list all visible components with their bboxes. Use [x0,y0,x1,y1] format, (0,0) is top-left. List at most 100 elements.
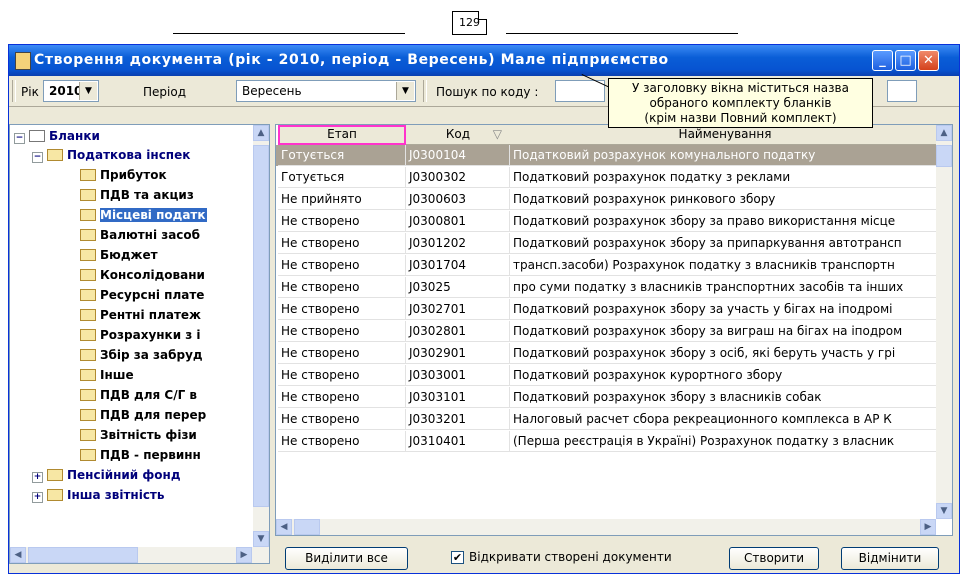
tree-item[interactable]: ПДВ для перер [80,405,206,425]
forms-tree[interactable]: − Бланки − Податкова інспек Прибуток ПДВ т… [9,124,270,564]
tree-item-label: Звітність фізи [100,428,197,442]
folder-icon [80,329,96,341]
grid-horizontal-scrollbar[interactable]: ◀ ▶ [276,519,936,535]
expand-icon[interactable]: + [32,472,43,483]
folder-icon [47,469,63,481]
grid-vertical-scrollbar[interactable]: ▲ ▼ [936,125,952,519]
table-row[interactable]: Не створено J0303001 Податковий розрахунок… [276,365,940,386]
tree-item[interactable]: Рентні платеж [80,305,201,325]
tree-item-label: ПДВ - первинн [100,448,201,462]
cell-code: J0300104 [406,145,510,166]
table-row[interactable]: Не створено J0303101 Податковий розрахунок… [276,387,940,408]
tree-root-label: Бланки [49,129,100,143]
tree-item[interactable]: Інше [80,365,134,385]
scroll-up-icon[interactable]: ▲ [936,125,952,141]
tree-item[interactable]: Консолідовани [80,265,205,285]
cell-stage: Готується [278,167,406,188]
tree-item[interactable]: Прибуток [80,165,167,185]
cell-stage: Не прийнято [278,189,406,210]
cell-code: J0300801 [406,211,510,232]
table-row[interactable]: Не створено J0302801 Податковий розрахунок… [276,321,940,342]
column-header-stage[interactable]: Етап [278,125,406,145]
cell-code: J0303201 [406,409,510,430]
tree-item-label: Збір за забруд [100,348,203,362]
period-select[interactable]: Вересень ▼ [236,80,416,102]
scroll-down-icon[interactable]: ▼ [936,503,952,519]
tree-item[interactable]: ПДВ для С/Г в [80,385,197,405]
tree-item-label: Прибуток [100,168,167,182]
tree-item-pension-fund[interactable]: + Пенсійний фонд [32,465,181,485]
tree-item-selected[interactable]: Місцеві податк [80,205,207,225]
cell-code: J0303001 [406,365,510,386]
table-row[interactable]: Не створено J0302701 Податковий розрахунок… [276,299,940,320]
maximize-button[interactable]: □ [895,50,916,71]
create-button[interactable]: Створити [729,547,819,570]
tree-horizontal-scrollbar[interactable]: ◀ ▶ [10,547,269,563]
table-row[interactable]: Не створено J0301704 трансп.засоби) Розрах… [276,255,940,276]
tree-root[interactable]: − Бланки [14,126,100,146]
period-label: Період [143,85,186,99]
select-all-button[interactable]: Виділити все [285,547,408,570]
folder-icon [80,349,96,361]
tree-item-label: Пенсійний фонд [67,468,181,482]
table-row[interactable]: Не створено J0300801 Податковий розрахунок… [276,211,940,232]
title-bar[interactable]: Створення документа (рік - 2010, період … [9,45,959,76]
open-created-checkbox[interactable]: ✔ [451,551,464,564]
table-row[interactable]: Готується J0300302 Податковий розрахунок п… [276,167,940,188]
scroll-thumb[interactable] [253,145,269,507]
tree-item[interactable]: ПДВ та акциз [80,185,194,205]
cancel-button[interactable]: Відмінити [841,547,939,570]
table-row[interactable]: Не прийнято J0300603 Податковий розрахунок… [276,189,940,210]
table-row[interactable]: Не створено J0301202 Податковий розрахунок… [276,233,940,254]
table-row[interactable]: Не створено J0310401 (Перша реєстрація в У… [276,431,940,452]
search-input[interactable] [555,80,605,102]
cell-name: Податковий розрахунок збору за право вик… [510,211,940,232]
close-button[interactable]: ✕ [918,50,939,71]
tree-item[interactable]: ПДВ - первинн [80,445,201,465]
forms-grid[interactable]: Етап Код ▽ Найменування Готується J030010… [275,124,953,536]
scroll-right-icon[interactable]: ▶ [920,519,936,535]
expand-icon[interactable]: + [32,492,43,503]
tooltip-line-2: обраного комплекту бланків [649,96,832,110]
cell-code: J0310401 [406,431,510,452]
tree-item[interactable]: Валютні засоб [80,225,200,245]
tree-item[interactable]: Розрахунки з і [80,325,201,345]
minimize-button[interactable]: _ [872,50,893,71]
table-row-selected[interactable]: Готується J0300104 Податковий розрахунок к… [276,145,940,166]
tree-item-label: ПДВ для перер [100,408,207,422]
chevron-down-icon[interactable]: ▼ [79,82,97,100]
collapse-icon[interactable]: − [14,133,25,144]
tree-item[interactable]: Збір за забруд [80,345,203,365]
column-header-code[interactable]: Код ▽ [406,125,510,145]
page-rule-right [506,33,738,34]
period-value: Вересень [242,84,302,98]
cell-stage: Не створено [278,387,406,408]
search-label: Пошук по коду : [436,85,539,99]
scroll-down-icon[interactable]: ▼ [253,531,269,547]
table-row[interactable]: Не створено J0303201 Налоговый расчет сбор… [276,409,940,430]
column-header-name[interactable]: Найменування [510,125,940,145]
table-row[interactable]: Не створено J03025 про суми податку з влас… [276,277,940,298]
toolbar-grip [12,80,16,102]
tree-item[interactable]: Бюджет [80,245,158,265]
tree-item-tax-inspection[interactable]: − Податкова інспек [32,145,190,165]
tree-vertical-scrollbar[interactable]: ▲ ▼ [253,125,269,547]
scroll-thumb[interactable] [936,145,952,167]
tree-item[interactable]: Звітність фізи [80,425,197,445]
scroll-right-icon[interactable]: ▶ [236,547,252,563]
cell-stage: Готується [278,145,406,166]
search-input-right[interactable] [887,80,917,102]
scroll-up-icon[interactable]: ▲ [253,125,269,141]
scroll-thumb[interactable] [294,519,320,535]
tree-item-other-reports[interactable]: + Інша звітність [32,485,164,505]
page-number: 129 [452,11,487,35]
cell-name: Податковий розрахунок збору з власників … [510,387,940,408]
scroll-left-icon[interactable]: ◀ [276,519,292,535]
collapse-icon[interactable]: − [32,152,43,163]
scroll-left-icon[interactable]: ◀ [10,547,26,563]
table-row[interactable]: Не створено J0302901 Податковий розрахунок… [276,343,940,364]
chevron-down-icon[interactable]: ▼ [396,82,414,100]
scroll-thumb[interactable] [28,547,138,563]
year-select[interactable]: 2010 ▼ [43,80,99,102]
tree-item[interactable]: Ресурсні плате [80,285,204,305]
